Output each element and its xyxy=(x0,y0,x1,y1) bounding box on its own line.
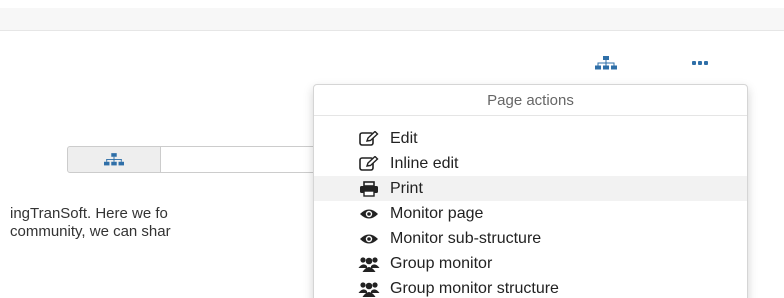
menu-item-label: Edit xyxy=(390,129,418,147)
eye-icon xyxy=(358,230,380,248)
print-icon xyxy=(358,180,380,198)
structure-button[interactable] xyxy=(592,53,620,73)
menu-item-group-monitor[interactable]: Group monitor xyxy=(314,251,747,276)
page-actions-menu: Page actions Edit Inline edit Print Moni… xyxy=(313,84,748,298)
menu-item-print[interactable]: Print xyxy=(314,176,747,201)
intro-text: ingTranSoft. Here we fo community, we ca… xyxy=(10,205,171,241)
page: ingTranSoft. Here we fo community, we ca… xyxy=(0,0,784,298)
menu-item-label: Monitor page xyxy=(390,204,484,222)
ellipsis-icon xyxy=(692,61,708,65)
edit-icon xyxy=(358,130,380,148)
menu-item-monitor-sub-structure[interactable]: Monitor sub-structure xyxy=(314,226,747,251)
menu-item-label: Group monitor xyxy=(390,254,493,272)
menu-item-edit[interactable]: Edit xyxy=(314,126,747,151)
sitemap-icon xyxy=(104,153,124,166)
top-bar-edge xyxy=(0,0,784,8)
top-bar xyxy=(0,0,784,31)
edit-icon xyxy=(358,155,380,173)
menu-item-label: Monitor sub-structure xyxy=(390,229,542,247)
users-icon xyxy=(358,280,380,298)
structure-search-group xyxy=(67,146,331,173)
eye-icon xyxy=(358,205,380,223)
intro-text-line-1: ingTranSoft. Here we fo xyxy=(10,205,168,222)
menu-item-group-monitor-structure[interactable]: Group monitor structure xyxy=(314,276,747,298)
menu-item-label: Print xyxy=(390,179,423,197)
menu-item-inline-edit[interactable]: Inline edit xyxy=(314,151,747,176)
structure-search-button[interactable] xyxy=(67,146,161,173)
structure-search-input[interactable] xyxy=(161,146,331,173)
sitemap-icon xyxy=(595,56,617,70)
menu-item-monitor-page[interactable]: Monitor page xyxy=(314,201,747,226)
more-actions-button[interactable] xyxy=(686,53,714,73)
intro-text-line-2: community, we can shar xyxy=(10,223,171,240)
menu-item-label: Inline edit xyxy=(390,154,459,172)
page-actions-title: Page actions xyxy=(314,85,747,116)
users-icon xyxy=(358,255,380,273)
page-actions-list: Edit Inline edit Print Monitor page Moni… xyxy=(314,116,747,298)
menu-item-label: Group monitor structure xyxy=(390,279,559,297)
